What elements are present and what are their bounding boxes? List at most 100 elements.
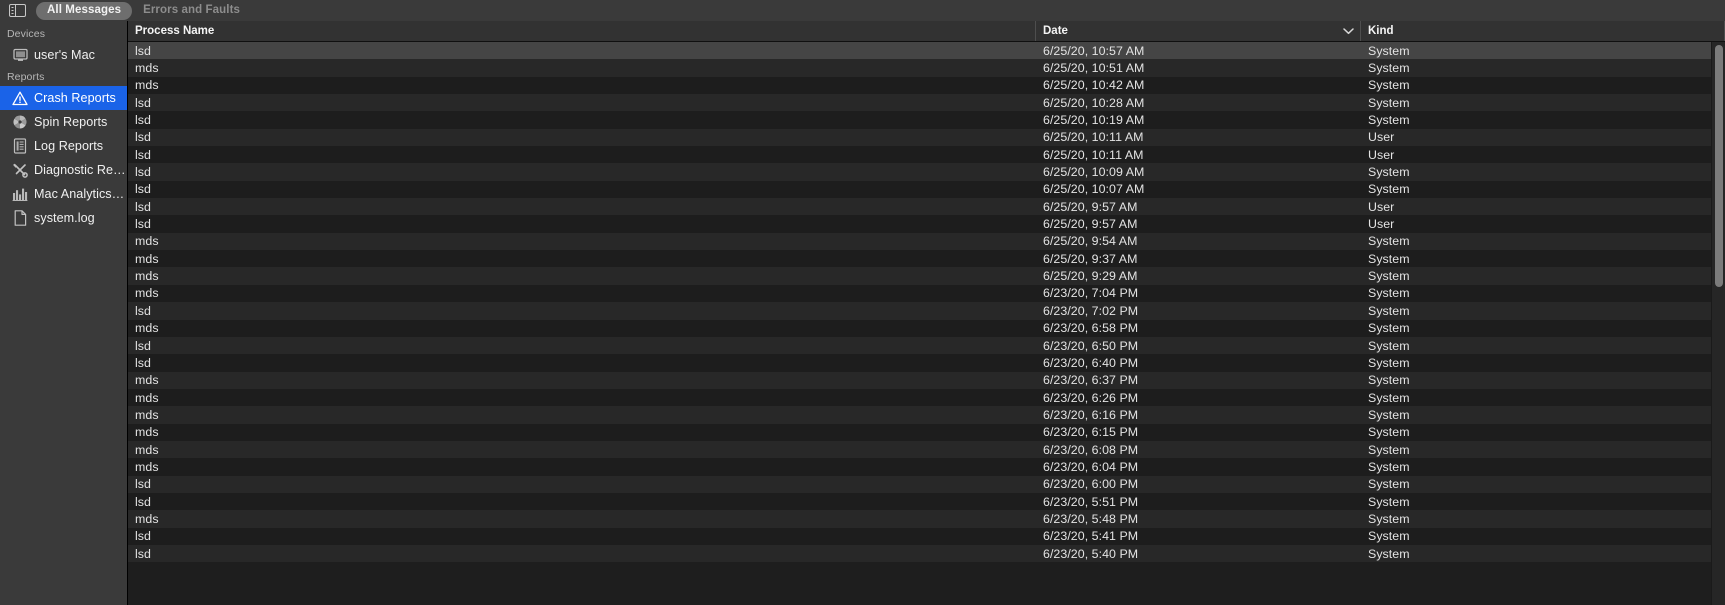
table-row[interactable]: mds 6/23/20, 6:16 PM System [128, 406, 1725, 424]
sidebar-item-mac-analytics[interactable]: Mac Analytics… [0, 182, 127, 206]
cell-process: lsd [135, 130, 151, 145]
column-header-label: Process Name [135, 25, 215, 37]
cell-process: lsd [135, 494, 151, 509]
column-header-process-name[interactable]: Process Name [128, 21, 1036, 41]
tab-all-messages[interactable]: All Messages [36, 1, 133, 20]
table-row[interactable]: mds 6/23/20, 6:15 PM System [128, 423, 1725, 441]
display-icon [12, 47, 28, 63]
table-row[interactable]: mds 6/23/20, 6:37 PM System [128, 371, 1725, 389]
column-header-kind[interactable]: Kind [1361, 21, 1725, 41]
cell-kind: System [1368, 425, 1410, 440]
table-row[interactable]: mds 6/25/20, 10:42 AM System [128, 76, 1725, 95]
sidebar-item-users-mac[interactable]: user's Mac [0, 43, 127, 67]
bar-chart-icon [12, 186, 28, 202]
cell-kind: System [1368, 78, 1410, 93]
table-row[interactable]: mds 6/23/20, 7:04 PM System [128, 284, 1725, 303]
cell-kind: System [1368, 234, 1410, 249]
cell-process: lsd [135, 338, 151, 353]
sidebar-item-system-log[interactable]: system.log [0, 206, 127, 230]
cell-process: mds [135, 286, 159, 301]
sidebar-group-reports-title: Reports [7, 71, 45, 83]
table-row[interactable]: lsd 6/23/20, 6:50 PM System [128, 336, 1725, 355]
cell-kind: User [1368, 199, 1395, 214]
cell-process: mds [135, 78, 159, 93]
cell-date: 6/23/20, 6:04 PM [1043, 459, 1139, 474]
cell-date: 6/25/20, 10:07 AM [1043, 182, 1145, 197]
cell-kind: System [1368, 511, 1410, 526]
sidebar-toggle-glyph [9, 4, 26, 17]
cell-date: 6/25/20, 9:29 AM [1043, 269, 1138, 284]
file-icon [12, 210, 28, 226]
table-row[interactable]: lsd 6/23/20, 6:00 PM System [128, 475, 1725, 493]
cell-kind: System [1368, 165, 1410, 180]
cell-kind: User [1368, 130, 1395, 145]
cell-kind: System [1368, 338, 1410, 353]
cell-process: lsd [135, 165, 151, 180]
cell-process: mds [135, 511, 159, 526]
cell-process: mds [135, 269, 159, 284]
tab-errors-and-faults[interactable]: Errors and Faults [132, 2, 251, 20]
table-row[interactable]: lsd 6/23/20, 5:51 PM System [128, 492, 1725, 511]
cell-kind: System [1368, 442, 1410, 457]
cell-date: 6/23/20, 6:15 PM [1043, 425, 1139, 440]
cell-process: mds [135, 373, 159, 388]
cell-date: 6/25/20, 10:42 AM [1043, 78, 1145, 93]
sidebar-toggle-icon[interactable] [8, 4, 27, 18]
table-row[interactable]: lsd 6/23/20, 5:40 PM System [128, 544, 1725, 563]
column-header-date[interactable]: Date [1036, 21, 1361, 41]
cell-kind: System [1368, 477, 1410, 492]
table-row[interactable]: lsd 6/25/20, 9:57 AM User [128, 198, 1725, 216]
cell-date: 6/25/20, 10:19 AM [1043, 113, 1145, 128]
table-row[interactable]: mds 6/25/20, 9:54 AM System [128, 232, 1725, 251]
cell-date: 6/23/20, 5:41 PM [1043, 529, 1139, 544]
table-row[interactable]: mds 6/23/20, 5:48 PM System [128, 510, 1725, 528]
cell-kind: System [1368, 373, 1410, 388]
table-row[interactable]: lsd 6/25/20, 10:09 AM System [128, 163, 1725, 181]
table-row[interactable]: lsd 6/23/20, 5:41 PM System [128, 527, 1725, 545]
table-row[interactable]: mds 6/23/20, 6:08 PM System [128, 440, 1725, 459]
table-row[interactable]: lsd 6/25/20, 10:19 AM System [128, 111, 1725, 129]
cell-date: 6/25/20, 10:28 AM [1043, 95, 1145, 110]
cell-process: lsd [135, 43, 151, 58]
sidebar-item-log-reports[interactable]: Log Reports [0, 134, 127, 158]
table-row[interactable]: lsd 6/25/20, 10:11 AM User [128, 146, 1725, 164]
table-row[interactable]: mds 6/25/20, 9:37 AM System [128, 250, 1725, 268]
spinner-pinwheel-icon [12, 114, 28, 130]
cell-kind: System [1368, 407, 1410, 422]
sidebar-item-diagnostic-reports[interactable]: Diagnostic Re… [0, 158, 127, 182]
scrollbar-thumb[interactable] [1715, 45, 1723, 287]
cell-process: lsd [135, 217, 151, 232]
sidebar-item-crash-reports[interactable]: Crash Reports [0, 86, 127, 110]
cell-process: mds [135, 425, 159, 440]
table-row[interactable]: mds 6/25/20, 10:51 AM System [128, 59, 1725, 77]
cell-kind: System [1368, 251, 1410, 266]
reports-table: Process Name Date Kind lsd 6/25/20, 10:57… [127, 21, 1725, 605]
cell-process: mds [135, 234, 159, 249]
table-row[interactable]: mds 6/23/20, 6:58 PM System [128, 319, 1725, 337]
table-row[interactable]: lsd 6/23/20, 6:40 PM System [128, 354, 1725, 372]
table-row[interactable]: mds 6/23/20, 6:26 PM System [128, 388, 1725, 407]
table-row[interactable]: lsd 6/25/20, 10:57 AM System [128, 42, 1725, 60]
cell-process: lsd [135, 182, 151, 197]
cell-kind: User [1368, 217, 1395, 232]
table-body: lsd 6/25/20, 10:57 AM System mds 6/25/20, 10… [128, 42, 1725, 563]
table-row[interactable]: mds 6/25/20, 9:29 AM System [128, 267, 1725, 285]
cell-kind: System [1368, 43, 1410, 58]
table-row[interactable]: lsd 6/25/20, 10:11 AM User [128, 128, 1725, 147]
cell-date: 6/25/20, 10:51 AM [1043, 61, 1145, 76]
message-filter-segmented-control[interactable]: All Messages Errors and Faults [36, 1, 251, 20]
cell-kind: System [1368, 390, 1410, 405]
table-row[interactable]: lsd 6/25/20, 10:07 AM System [128, 180, 1725, 199]
table-header-row: Process Name Date Kind [128, 21, 1725, 42]
cell-kind: System [1368, 546, 1410, 561]
cell-kind: System [1368, 459, 1410, 474]
table-row[interactable]: mds 6/23/20, 6:04 PM System [128, 458, 1725, 476]
sidebar-item-spin-reports[interactable]: Spin Reports [0, 110, 127, 134]
cell-date: 6/23/20, 6:26 PM [1043, 390, 1139, 405]
table-row[interactable]: lsd 6/23/20, 7:02 PM System [128, 302, 1725, 320]
table-row[interactable]: lsd 6/25/20, 9:57 AM User [128, 215, 1725, 233]
vertical-scrollbar[interactable] [1711, 42, 1725, 605]
cell-process: mds [135, 442, 159, 457]
sidebar-item-label: Log Reports [34, 139, 104, 153]
table-row[interactable]: lsd 6/25/20, 10:28 AM System [128, 94, 1725, 112]
